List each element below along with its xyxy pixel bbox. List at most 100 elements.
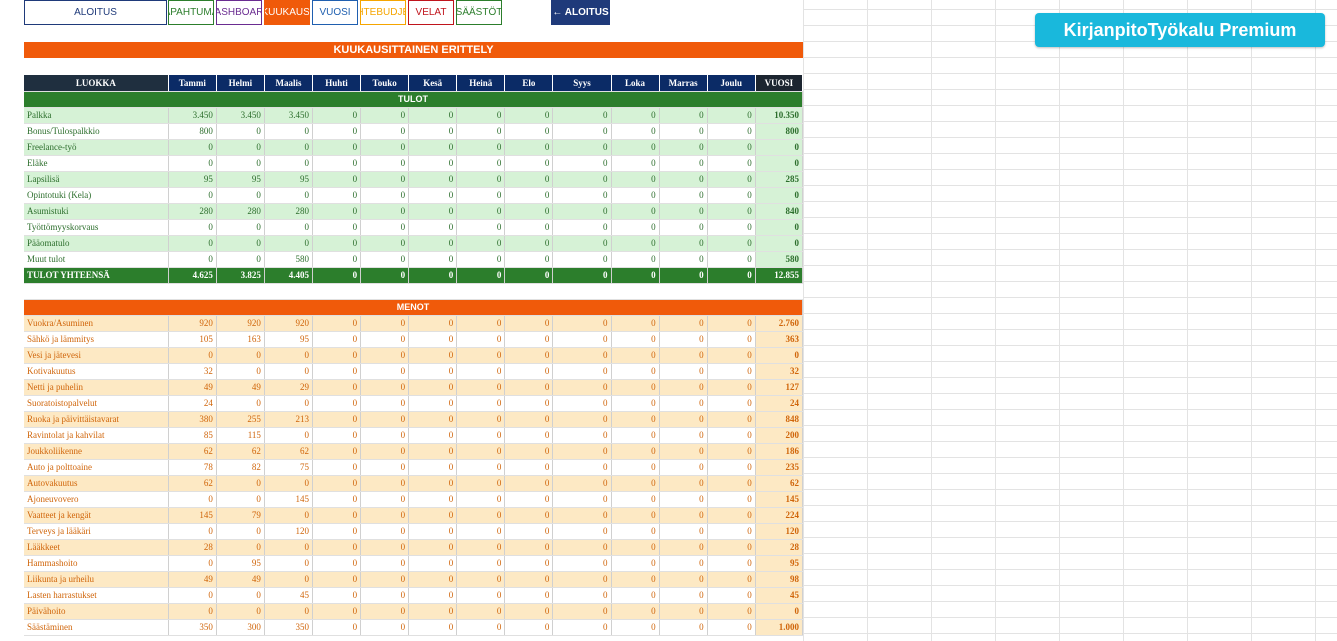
month-cell[interactable]: 0 — [360, 331, 410, 348]
month-cell[interactable]: 0 — [504, 203, 554, 220]
month-cell[interactable]: 0 — [504, 523, 554, 540]
month-cell[interactable]: 0 — [504, 571, 554, 588]
month-cell[interactable]: 0 — [504, 443, 554, 460]
month-cell[interactable]: 0 — [504, 139, 554, 156]
month-cell[interactable]: 0 — [659, 571, 708, 588]
month-cell[interactable]: 213 — [264, 411, 314, 428]
month-cell[interactable]: 0 — [456, 379, 506, 396]
month-cell[interactable]: 0 — [611, 171, 660, 188]
month-cell[interactable]: 0 — [504, 187, 554, 204]
month-cell[interactable]: 0 — [168, 491, 217, 508]
month-cell[interactable]: 0 — [168, 155, 217, 172]
month-cell[interactable]: 0 — [504, 395, 554, 412]
month-cell[interactable]: 0 — [312, 603, 362, 620]
month-cell[interactable]: 0 — [408, 123, 458, 140]
month-cell[interactable]: 0 — [659, 475, 708, 492]
month-cell[interactable]: 0 — [264, 187, 314, 204]
month-cell[interactable]: 3.450 — [264, 107, 314, 124]
month-cell[interactable]: 0 — [312, 123, 362, 140]
month-cell[interactable]: 0 — [360, 523, 410, 540]
month-cell[interactable]: 4.625 — [168, 267, 217, 284]
month-cell[interactable]: 0 — [360, 139, 410, 156]
month-cell[interactable]: 0 — [408, 331, 458, 348]
month-cell[interactable]: 0 — [707, 539, 756, 556]
month-cell[interactable]: 0 — [456, 603, 506, 620]
month-cell[interactable]: 0 — [659, 171, 708, 188]
month-cell[interactable]: 0 — [552, 395, 612, 412]
month-cell[interactable]: 0 — [611, 587, 660, 604]
month-cell[interactable]: 0 — [659, 491, 708, 508]
month-cell[interactable]: 0 — [659, 459, 708, 476]
month-cell[interactable]: 0 — [552, 571, 612, 588]
month-cell[interactable]: 0 — [659, 331, 708, 348]
month-cell[interactable]: 0 — [707, 203, 756, 220]
month-cell[interactable]: 0 — [611, 603, 660, 620]
month-cell[interactable]: 145 — [264, 491, 314, 508]
month-cell[interactable]: 0 — [408, 555, 458, 572]
month-cell[interactable]: 0 — [168, 139, 217, 156]
month-cell[interactable]: 350 — [264, 619, 314, 636]
month-cell[interactable]: 32 — [168, 363, 217, 380]
month-cell[interactable]: 0 — [552, 107, 612, 124]
month-cell[interactable]: 0 — [611, 315, 660, 332]
month-cell[interactable]: 0 — [611, 491, 660, 508]
month-cell[interactable]: 0 — [552, 363, 612, 380]
month-cell[interactable]: 0 — [659, 587, 708, 604]
month-cell[interactable]: 0 — [707, 555, 756, 572]
month-cell[interactable]: 0 — [552, 123, 612, 140]
month-cell[interactable]: 0 — [408, 459, 458, 476]
month-cell[interactable]: 0 — [360, 347, 410, 364]
month-cell[interactable]: 0 — [504, 491, 554, 508]
month-cell[interactable]: 0 — [504, 219, 554, 236]
month-cell[interactable]: 0 — [456, 315, 506, 332]
month-cell[interactable]: 0 — [312, 139, 362, 156]
month-cell[interactable]: 95 — [168, 171, 217, 188]
month-cell[interactable]: 0 — [456, 171, 506, 188]
month-cell[interactable]: 3.450 — [216, 107, 265, 124]
month-cell[interactable]: 0 — [168, 523, 217, 540]
month-cell[interactable]: 0 — [456, 395, 506, 412]
month-cell[interactable]: 0 — [168, 251, 217, 268]
month-cell[interactable]: 95 — [264, 331, 314, 348]
month-cell[interactable]: 0 — [456, 411, 506, 428]
month-cell[interactable]: 0 — [552, 331, 612, 348]
month-cell[interactable]: 0 — [552, 555, 612, 572]
back-to-start-button[interactable]: ← ALOITUS — [551, 0, 610, 25]
month-cell[interactable]: 0 — [552, 491, 612, 508]
month-cell[interactable]: 0 — [707, 587, 756, 604]
month-cell[interactable]: 0 — [504, 363, 554, 380]
month-cell[interactable]: 95 — [216, 171, 265, 188]
month-cell[interactable]: 0 — [504, 331, 554, 348]
month-cell[interactable]: 0 — [360, 427, 410, 444]
month-cell[interactable]: 120 — [264, 523, 314, 540]
month-cell[interactable]: 0 — [504, 171, 554, 188]
month-cell[interactable]: 0 — [504, 427, 554, 444]
month-cell[interactable]: 280 — [216, 203, 265, 220]
month-cell[interactable]: 0 — [659, 267, 708, 284]
month-cell[interactable]: 0 — [312, 587, 362, 604]
month-cell[interactable]: 0 — [456, 363, 506, 380]
month-cell[interactable]: 0 — [168, 219, 217, 236]
month-cell[interactable]: 0 — [264, 395, 314, 412]
month-cell[interactable]: 0 — [312, 427, 362, 444]
month-cell[interactable]: 0 — [456, 539, 506, 556]
month-cell[interactable]: 95 — [216, 555, 265, 572]
month-cell[interactable]: 0 — [408, 587, 458, 604]
month-cell[interactable]: 0 — [611, 203, 660, 220]
month-cell[interactable]: 0 — [456, 251, 506, 268]
month-cell[interactable]: 0 — [312, 395, 362, 412]
month-cell[interactable]: 0 — [360, 459, 410, 476]
month-cell[interactable]: 0 — [312, 235, 362, 252]
month-cell[interactable]: 0 — [552, 379, 612, 396]
month-cell[interactable]: 0 — [552, 619, 612, 636]
month-cell[interactable]: 0 — [611, 475, 660, 492]
month-cell[interactable]: 0 — [552, 139, 612, 156]
month-cell[interactable]: 0 — [611, 443, 660, 460]
month-cell[interactable]: 0 — [659, 123, 708, 140]
month-cell[interactable]: 0 — [312, 539, 362, 556]
month-cell[interactable]: 580 — [264, 251, 314, 268]
month-cell[interactable]: 0 — [456, 123, 506, 140]
month-cell[interactable]: 0 — [360, 203, 410, 220]
month-cell[interactable]: 0 — [659, 427, 708, 444]
month-cell[interactable]: 0 — [504, 347, 554, 364]
